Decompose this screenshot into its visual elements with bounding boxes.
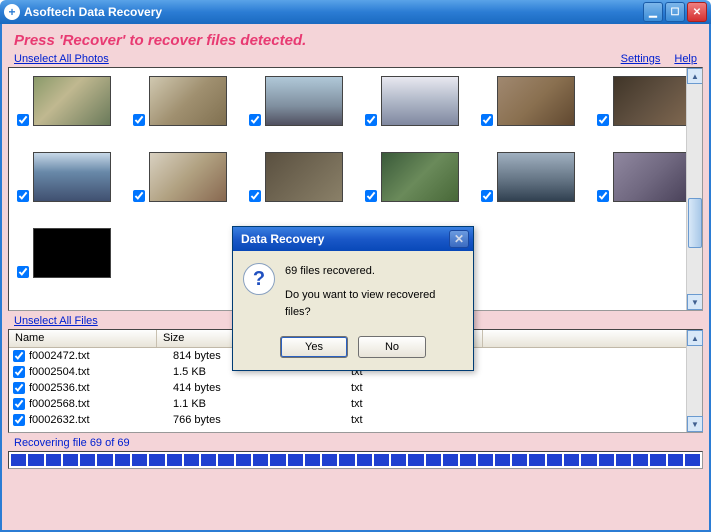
file-checkbox[interactable] [13,366,25,378]
help-link[interactable]: Help [674,53,697,65]
photo-checkbox[interactable] [249,190,261,202]
unselect-all-files-link[interactable]: Unselect All Files [14,315,98,327]
photo-item[interactable] [17,76,111,126]
photo-thumbnail[interactable] [381,76,459,126]
window-title: Asoftech Data Recovery [24,5,641,19]
photo-thumbnail[interactable] [613,76,691,126]
photo-thumbnail[interactable] [381,152,459,202]
photo-thumbnail[interactable] [33,76,111,126]
photo-item[interactable] [481,152,575,202]
settings-link[interactable]: Settings [621,53,661,65]
file-row[interactable]: f0002568.txt1.1 KBtxt [9,396,702,412]
file-row[interactable]: f0002536.txt414 bytestxt [9,380,702,396]
scroll-up-icon[interactable]: ▲ [687,68,703,84]
photo-item[interactable] [17,152,111,202]
dialog-title-text: Data Recovery [237,232,449,246]
question-icon: ? [243,263,275,295]
column-header-name[interactable]: Name [9,330,157,347]
file-name: f0002472.txt [29,350,173,362]
app-icon: + [4,4,20,20]
yes-button[interactable]: Yes [280,336,348,358]
photo-thumbnail[interactable] [149,76,227,126]
photo-item[interactable] [133,76,227,126]
minimize-button[interactable]: ▁ [643,2,663,22]
file-ext: txt [351,398,499,410]
photo-item[interactable] [249,76,343,126]
instruction-text: Press 'Recover' to recover files detecte… [8,28,703,53]
photo-item[interactable] [17,228,111,278]
photo-checkbox[interactable] [249,114,261,126]
photo-checkbox[interactable] [365,190,377,202]
file-checkbox[interactable] [13,350,25,362]
photo-thumbnail[interactable] [265,152,343,202]
scroll-down-icon[interactable]: ▼ [687,294,703,310]
file-ext: txt [351,414,499,426]
file-size: 1.1 KB [173,398,351,410]
dialog-message: 69 files recovered. Do you want to view … [285,263,463,322]
photo-checkbox[interactable] [365,114,377,126]
dialog-close-button[interactable]: ✕ [449,230,469,248]
photo-item[interactable] [481,76,575,126]
photo-scrollbar[interactable]: ▲ ▼ [686,68,702,310]
photo-item[interactable] [365,152,459,202]
photo-checkbox[interactable] [597,114,609,126]
photo-checkbox[interactable] [133,114,145,126]
photo-item[interactable] [249,152,343,202]
file-checkbox[interactable] [13,398,25,410]
maximize-button[interactable]: ☐ [665,2,685,22]
file-name: f0002536.txt [29,382,173,394]
progress-bar [8,451,703,469]
recovery-dialog: Data Recovery ✕ ? 69 files recovered. Do… [232,226,474,371]
scroll-up-icon[interactable]: ▲ [687,330,703,346]
file-row[interactable]: f0002632.txt766 bytestxt [9,412,702,428]
photo-thumbnail[interactable] [613,152,691,202]
dialog-line2: Do you want to view recovered files? [285,287,463,322]
column-header-empty [483,330,702,347]
close-button[interactable]: ✕ [687,2,707,22]
photo-item[interactable] [365,76,459,126]
scroll-thumb[interactable] [688,198,702,248]
photo-thumbnail[interactable] [497,152,575,202]
file-size: 766 bytes [173,414,351,426]
photo-thumbnail[interactable] [497,76,575,126]
no-button[interactable]: No [358,336,426,358]
top-links-row: Unselect All Photos Settings Help [8,53,703,67]
photo-thumbnail[interactable] [33,228,111,278]
photo-checkbox[interactable] [17,190,29,202]
photo-thumbnail[interactable] [265,76,343,126]
photo-item[interactable] [597,152,691,202]
photo-checkbox[interactable] [17,114,29,126]
file-name: f0002568.txt [29,398,173,410]
photo-checkbox[interactable] [481,114,493,126]
dialog-line1: 69 files recovered. [285,263,463,281]
file-size: 414 bytes [173,382,351,394]
photo-checkbox[interactable] [597,190,609,202]
photo-item[interactable] [597,76,691,126]
photo-thumbnail[interactable] [33,152,111,202]
scroll-down-icon[interactable]: ▼ [687,416,703,432]
photo-checkbox[interactable] [133,190,145,202]
photo-thumbnail[interactable] [149,152,227,202]
file-name: f0002504.txt [29,366,173,378]
file-ext: txt [351,382,499,394]
unselect-all-photos-link[interactable]: Unselect All Photos [14,53,109,65]
app-body: Press 'Recover' to recover files detecte… [0,24,711,532]
file-scrollbar[interactable]: ▲ ▼ [686,330,702,432]
file-name: f0002632.txt [29,414,173,426]
dialog-titlebar: Data Recovery ✕ [233,227,473,251]
photo-item[interactable] [133,152,227,202]
photo-checkbox[interactable] [481,190,493,202]
titlebar: + Asoftech Data Recovery ▁ ☐ ✕ [0,0,711,24]
status-text: Recovering file 69 of 69 [8,433,703,451]
file-checkbox[interactable] [13,382,25,394]
photo-checkbox[interactable] [17,266,29,278]
file-checkbox[interactable] [13,414,25,426]
